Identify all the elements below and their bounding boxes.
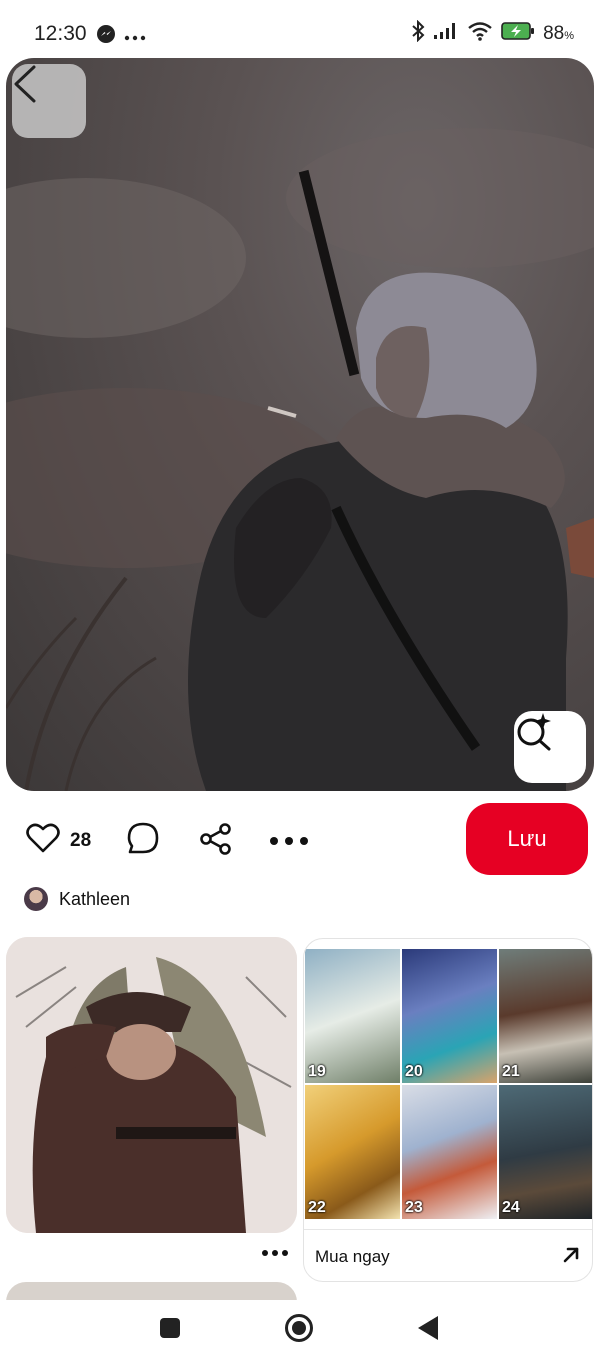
pin-action-row: 28 Lưu <box>0 800 600 880</box>
triangle-back-icon <box>417 1315 439 1346</box>
author-name: Kathleen <box>59 888 131 909</box>
tile-number: 24 <box>502 1199 520 1216</box>
status-time: 12:30 <box>34 22 87 45</box>
collage-tile: 21 <box>499 949 592 1083</box>
visual-search-button[interactable] <box>514 711 586 783</box>
pin-image[interactable] <box>6 58 594 791</box>
collage-tile: 23 <box>402 1085 497 1219</box>
tile-number: 20 <box>405 1063 423 1080</box>
collage-tile: 24 <box>499 1085 592 1219</box>
home-circle-icon <box>284 1313 314 1348</box>
collage-grid: 19 20 21 22 23 24 <box>305 949 592 1225</box>
tile-number: 23 <box>405 1199 423 1216</box>
more-dots-icon <box>262 1244 288 1261</box>
heart-icon <box>26 822 60 859</box>
home-button[interactable] <box>283 1313 315 1348</box>
system-back-button[interactable] <box>414 1315 442 1346</box>
like-button[interactable]: 28 <box>26 822 91 859</box>
arrow-up-right-icon <box>562 1246 580 1269</box>
pin-author[interactable]: Kathleen <box>24 887 130 911</box>
pin-artwork <box>6 128 594 791</box>
more-dots-icon <box>124 28 146 46</box>
more-options-button[interactable] <box>269 833 309 851</box>
related-pin-right[interactable]: 19 20 21 22 23 24 Mua ngay <box>303 938 593 1282</box>
tile-number: 22 <box>308 1199 326 1216</box>
battery-level: 88 <box>543 22 565 44</box>
bluetooth-icon <box>411 19 425 47</box>
status-bar: 12:30 88% <box>0 0 600 58</box>
recents-button[interactable] <box>156 1316 184 1344</box>
buy-now-link[interactable]: Mua ngay <box>304 1229 592 1281</box>
collage-tile: 22 <box>305 1085 400 1219</box>
back-button[interactable] <box>12 64 86 138</box>
related-pin-left[interactable] <box>6 937 297 1233</box>
related-pin-next[interactable] <box>6 1282 297 1302</box>
share-icon <box>199 823 233 860</box>
square-icon <box>159 1317 181 1344</box>
save-button[interactable]: Lưu <box>466 803 588 875</box>
system-nav-bar <box>0 1300 600 1367</box>
avatar <box>24 887 48 911</box>
tile-number: 21 <box>502 1063 520 1080</box>
messenger-icon <box>96 24 116 49</box>
comment-button[interactable] <box>126 821 160 860</box>
tile-number: 19 <box>308 1063 326 1080</box>
buy-now-label: Mua ngay <box>315 1247 390 1266</box>
related-pin-more-button[interactable] <box>262 1244 288 1262</box>
battery-unit: % <box>564 29 574 42</box>
related-pin-artwork <box>6 937 297 1233</box>
like-count: 28 <box>70 829 92 851</box>
wifi-icon <box>467 21 493 46</box>
comment-bubble-icon <box>126 821 160 860</box>
collage-tile: 19 <box>305 949 400 1083</box>
more-dots-icon <box>269 833 309 851</box>
collage-tile: 20 <box>402 949 497 1083</box>
share-button[interactable] <box>199 823 233 860</box>
signal-icon <box>433 22 459 45</box>
battery-charging-icon <box>501 21 535 46</box>
